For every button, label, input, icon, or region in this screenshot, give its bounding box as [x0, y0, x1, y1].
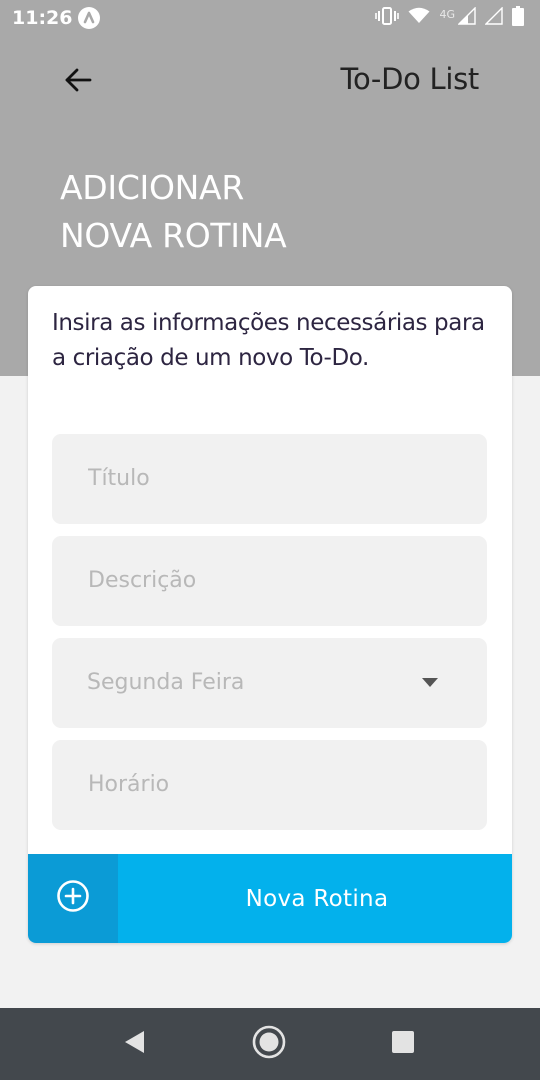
back-triangle-icon: [122, 1029, 146, 1060]
page-heading-line2: NOVA ROTINA: [60, 216, 287, 255]
new-routine-label: Nova Rotina: [245, 885, 389, 912]
weekday-selected-value: Segunda Feira: [87, 670, 245, 695]
description-input[interactable]: [88, 536, 448, 626]
time-input[interactable]: [88, 740, 448, 830]
page-heading: ADICIONAR NOVA ROTINA: [60, 164, 287, 260]
signal-empty-icon: [484, 5, 503, 30]
home-circle-icon: [251, 1024, 287, 1065]
new-routine-button[interactable]: Nova Rotina: [28, 854, 512, 943]
signal-icon: [457, 5, 476, 30]
description-field[interactable]: [52, 536, 487, 626]
submit-label-box: Nova Rotina: [118, 854, 512, 943]
status-icons: 4G: [375, 5, 524, 31]
status-bar: 11:26 4G: [0, 0, 540, 36]
status-time: 11:26: [12, 7, 73, 29]
weekday-select[interactable]: Segunda Feira: [52, 638, 487, 728]
time-field[interactable]: [52, 740, 487, 830]
arrow-left-icon: [64, 68, 92, 97]
form-intro-text: Insira as informações necessárias para a…: [52, 310, 485, 371]
title-input[interactable]: [88, 434, 448, 524]
network-type-label: 4G: [439, 7, 455, 21]
chevron-down-icon: [422, 678, 438, 687]
form-card: Insira as informações necessárias para a…: [28, 286, 512, 943]
submit-icon-box: [28, 854, 118, 943]
battery-icon: [512, 5, 524, 31]
page-heading-line1: ADICIONAR: [60, 168, 244, 207]
vibrate-icon: [375, 6, 400, 30]
plus-circle-icon: [56, 879, 90, 918]
system-nav-bar: [0, 1008, 540, 1080]
wifi-icon: [408, 7, 430, 29]
nav-back-button[interactable]: [116, 1026, 152, 1062]
nav-home-button[interactable]: [251, 1024, 287, 1065]
recents-square-icon: [391, 1030, 415, 1059]
back-button[interactable]: [56, 60, 100, 104]
title-field[interactable]: [52, 434, 487, 524]
app-title: To-Do List: [340, 62, 479, 96]
app-notification-icon: [78, 7, 100, 29]
nav-recents-button[interactable]: [385, 1026, 421, 1062]
